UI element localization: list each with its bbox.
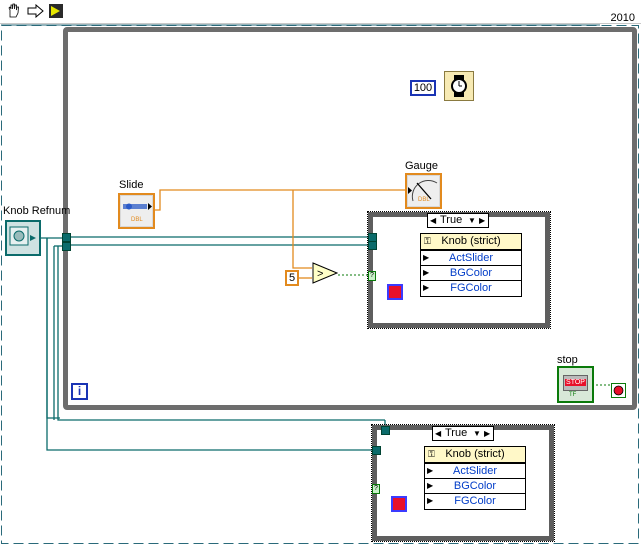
loop-iteration-terminal: i <box>71 383 88 400</box>
case-increment-icon: ▶ <box>479 216 486 225</box>
greater-than-icon: > <box>312 262 339 287</box>
case-decrement-icon: ◀ <box>430 216 437 225</box>
gauge-label: Gauge <box>405 160 439 172</box>
case-selector-top[interactable]: ◀ True ▼ ▶ <box>427 213 489 228</box>
property-node-bottom[interactable]: ⚿ Knob (strict) ▶ ActSlider ▶ BGColor ▶ FGC… <box>424 446 526 510</box>
gauge-indicator[interactable]: DBL <box>405 173 442 209</box>
case-top-tunnel-2 <box>368 241 377 250</box>
property-actslider-top[interactable]: ▶ ActSlider <box>421 250 521 266</box>
loop-tunnel-refnum-2 <box>62 242 71 251</box>
gauge-type-label: DBL <box>418 197 430 203</box>
watch-icon <box>445 75 473 103</box>
property-actslider-bottom[interactable]: ▶ ActSlider <box>425 463 525 479</box>
case-bottom-tunnel-2 <box>372 446 381 455</box>
property-bgcolor-bottom[interactable]: ▶ BGColor <box>425 478 525 494</box>
wait-ms-constant[interactable]: 100 <box>410 80 436 96</box>
case-decrement-icon: ◀ <box>435 429 442 438</box>
color-constant-top[interactable] <box>387 284 403 300</box>
case-top-selector-terminal: ? <box>368 271 376 281</box>
slide-type-label: DBL <box>131 217 143 223</box>
stop-control[interactable]: STOP TF <box>557 366 594 403</box>
color-constant-bottom[interactable] <box>391 496 407 512</box>
property-node-ref-icon: ⚿ <box>428 449 435 459</box>
case-increment-icon: ▶ <box>484 429 491 438</box>
stop-button-icon: STOP <box>563 375 588 391</box>
greater-than-function[interactable]: > <box>312 262 339 287</box>
knob-refnum-label: Knob Refnum <box>3 205 71 217</box>
case-dropdown-icon: ▼ <box>468 216 476 225</box>
wait-ms-function[interactable] <box>444 71 474 101</box>
slide-control[interactable]: DBL <box>118 193 155 229</box>
case-dropdown-icon: ▼ <box>473 429 481 438</box>
property-node-ref-icon: ⚿ <box>424 236 431 246</box>
knob-refnum-control[interactable] <box>5 220 41 256</box>
stop-condition-icon <box>612 385 625 400</box>
loop-tunnel-refnum-1 <box>62 233 71 242</box>
case-bottom-selector-terminal: ? <box>372 484 380 494</box>
threshold-constant[interactable]: 5 <box>285 270 299 286</box>
stop-label: stop <box>557 354 578 366</box>
property-node-top[interactable]: ⚿ Knob (strict) ▶ ActSlider ▶ BGColor ▶ FGC… <box>420 233 522 297</box>
property-fgcolor-bottom[interactable]: ▶ FGColor <box>425 493 525 509</box>
property-fgcolor-top[interactable]: ▶ FGColor <box>421 280 521 296</box>
slide-label: Slide <box>119 179 144 191</box>
loop-condition-terminal[interactable] <box>611 383 626 398</box>
case-selector-bottom[interactable]: ◀ True ▼ ▶ <box>432 426 494 441</box>
case-bottom-tunnel-1 <box>381 426 390 435</box>
property-bgcolor-top[interactable]: ▶ BGColor <box>421 265 521 281</box>
knob-refnum-icon <box>7 226 39 257</box>
svg-text:>: > <box>317 268 323 280</box>
